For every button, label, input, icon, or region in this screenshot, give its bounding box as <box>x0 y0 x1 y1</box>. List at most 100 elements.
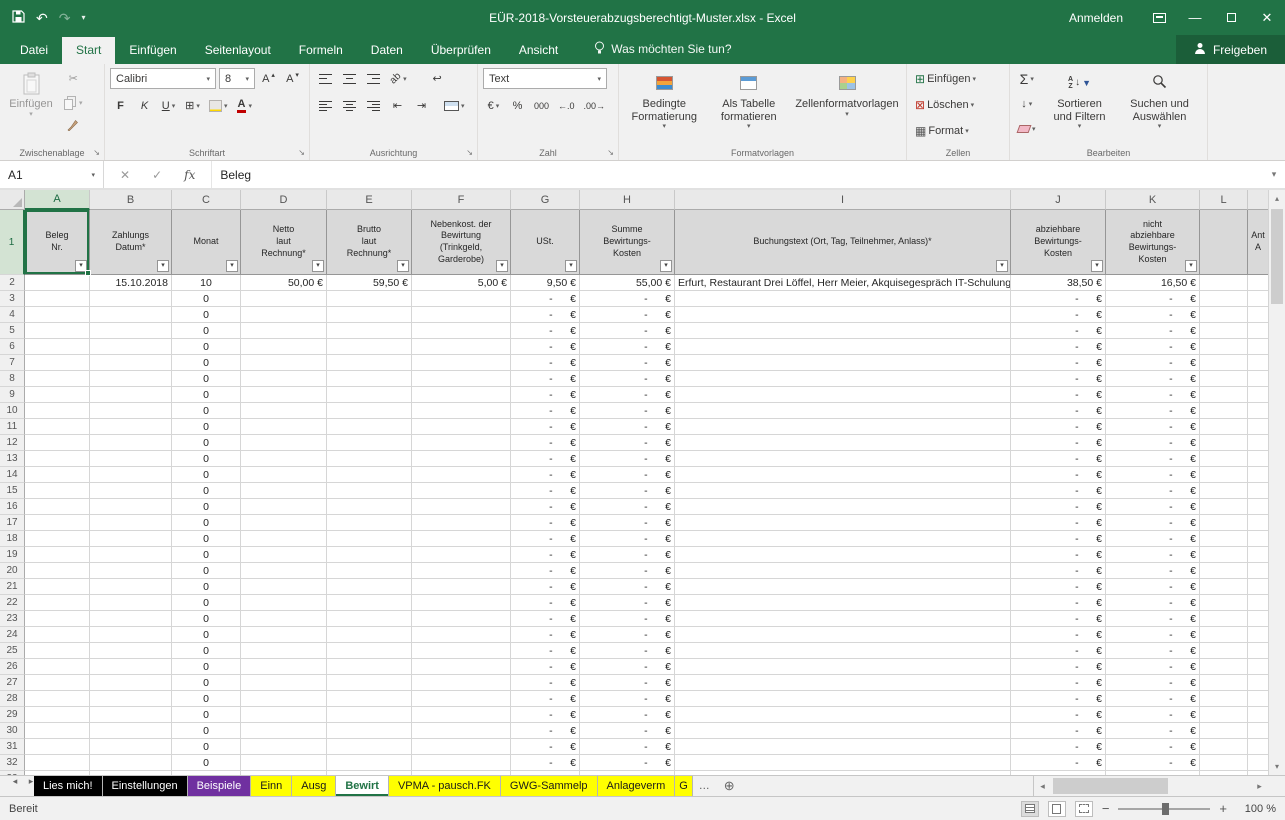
cell-L13[interactable] <box>1200 451 1248 467</box>
cell-D26[interactable] <box>241 659 327 675</box>
cell-D15[interactable] <box>241 483 327 499</box>
align-right-button[interactable] <box>363 95 384 116</box>
cell-F22[interactable] <box>412 595 511 611</box>
column-header-H[interactable]: H <box>580 190 675 210</box>
cell-E14[interactable] <box>327 467 412 483</box>
row-header-6[interactable]: 6 <box>0 339 25 355</box>
cell-J3[interactable]: - € <box>1011 291 1106 307</box>
cell-M17[interactable] <box>1248 515 1268 531</box>
font-size-select[interactable]: 8▾ <box>219 68 255 89</box>
new-sheet-button[interactable]: ⊕ <box>716 776 743 796</box>
cell-L16[interactable] <box>1200 499 1248 515</box>
cell-H12[interactable]: - € <box>580 435 675 451</box>
sheet-tab-g[interactable]: G <box>675 776 693 796</box>
cell-L20[interactable] <box>1200 563 1248 579</box>
cell-A18[interactable] <box>25 531 90 547</box>
horizontal-scroll-thumb[interactable] <box>1053 778 1168 794</box>
cell-D22[interactable] <box>241 595 327 611</box>
filter-button[interactable]: ▾ <box>312 260 324 272</box>
view-normal-button[interactable] <box>1021 801 1039 817</box>
cell-D23[interactable] <box>241 611 327 627</box>
format-as-table-button[interactable]: Als Tabelle formatieren ▾ <box>709 68 790 143</box>
cell-A30[interactable] <box>25 723 90 739</box>
cell-A22[interactable] <box>25 595 90 611</box>
clear-button[interactable]: ▾ <box>1015 118 1039 139</box>
cell-C12[interactable]: 0 <box>172 435 241 451</box>
column-header-E[interactable]: E <box>327 190 412 210</box>
cell-L14[interactable] <box>1200 467 1248 483</box>
cell-L15[interactable] <box>1200 483 1248 499</box>
cell-K4[interactable]: - € <box>1106 307 1200 323</box>
cell-E27[interactable] <box>327 675 412 691</box>
cell-I32[interactable] <box>675 755 1011 771</box>
cell-E20[interactable] <box>327 563 412 579</box>
align-center-button[interactable] <box>339 95 360 116</box>
cell-L26[interactable] <box>1200 659 1248 675</box>
cell-H11[interactable]: - € <box>580 419 675 435</box>
vertical-scrollbar[interactable]: ▴ ▾ <box>1268 190 1285 775</box>
row-header-26[interactable]: 26 <box>0 659 25 675</box>
cell-K20[interactable]: - € <box>1106 563 1200 579</box>
column-header-A[interactable]: A <box>25 190 90 210</box>
cell-E2[interactable]: 59,50 € <box>327 275 412 291</box>
cell-M19[interactable] <box>1248 547 1268 563</box>
fill-color-button[interactable]: ▾ <box>206 95 231 116</box>
cell-F25[interactable] <box>412 643 511 659</box>
cell-I16[interactable] <box>675 499 1011 515</box>
cell-D8[interactable] <box>241 371 327 387</box>
cell-C8[interactable]: 0 <box>172 371 241 387</box>
cell-M11[interactable] <box>1248 419 1268 435</box>
cell-H23[interactable]: - € <box>580 611 675 627</box>
row-header-24[interactable]: 24 <box>0 627 25 643</box>
cell-K16[interactable]: - € <box>1106 499 1200 515</box>
cell-B27[interactable] <box>90 675 172 691</box>
cell-B9[interactable] <box>90 387 172 403</box>
cell-H15[interactable]: - € <box>580 483 675 499</box>
cell-A5[interactable] <box>25 323 90 339</box>
format-painter-button[interactable] <box>61 116 86 137</box>
cell-C24[interactable]: 0 <box>172 627 241 643</box>
sign-in-link[interactable]: Anmelden <box>1051 0 1141 35</box>
row-header-12[interactable]: 12 <box>0 435 25 451</box>
decrease-font-size-button[interactable]: A▾ <box>282 68 303 89</box>
orientation-button[interactable]: ab▾ <box>387 68 410 89</box>
cell-J20[interactable]: - € <box>1011 563 1106 579</box>
cell-J16[interactable]: - € <box>1011 499 1106 515</box>
cell-K17[interactable]: - € <box>1106 515 1200 531</box>
cell-B12[interactable] <box>90 435 172 451</box>
cell-B16[interactable] <box>90 499 172 515</box>
cell-G9[interactable]: - € <box>511 387 580 403</box>
cell-J27[interactable]: - € <box>1011 675 1106 691</box>
cell-K31[interactable]: - € <box>1106 739 1200 755</box>
row-header-31[interactable]: 31 <box>0 739 25 755</box>
formula-bar-expand-icon[interactable]: ▾ <box>1263 161 1285 188</box>
cell-I7[interactable] <box>675 355 1011 371</box>
cell-C20[interactable]: 0 <box>172 563 241 579</box>
cell-F12[interactable] <box>412 435 511 451</box>
cell-B13[interactable] <box>90 451 172 467</box>
insert-function-icon[interactable]: fx <box>184 168 195 182</box>
dialog-launcher-icon[interactable]: ↘ <box>607 148 614 157</box>
cell-I3[interactable] <box>675 291 1011 307</box>
align-bottom-button[interactable] <box>363 68 384 89</box>
cell-F30[interactable] <box>412 723 511 739</box>
cell-L30[interactable] <box>1200 723 1248 739</box>
cell-A19[interactable] <box>25 547 90 563</box>
cell-B1[interactable]: Zahlungs Datum*▾ <box>90 210 172 275</box>
cell-M32[interactable] <box>1248 755 1268 771</box>
row-header-27[interactable]: 27 <box>0 675 25 691</box>
cell-G10[interactable]: - € <box>511 403 580 419</box>
insert-cells-button[interactable]: ⊞Einfügen▾ <box>912 68 979 89</box>
sheet-tab-ausg[interactable]: Ausg <box>292 776 336 796</box>
cell-G25[interactable]: - € <box>511 643 580 659</box>
cell-F29[interactable] <box>412 707 511 723</box>
cell-L18[interactable] <box>1200 531 1248 547</box>
cell-I21[interactable] <box>675 579 1011 595</box>
cell-G30[interactable]: - € <box>511 723 580 739</box>
cell-A16[interactable] <box>25 499 90 515</box>
tab-daten[interactable]: Daten <box>357 37 417 64</box>
row-header-21[interactable]: 21 <box>0 579 25 595</box>
cell-M4[interactable] <box>1248 307 1268 323</box>
cell-J15[interactable]: - € <box>1011 483 1106 499</box>
cell-M8[interactable] <box>1248 371 1268 387</box>
